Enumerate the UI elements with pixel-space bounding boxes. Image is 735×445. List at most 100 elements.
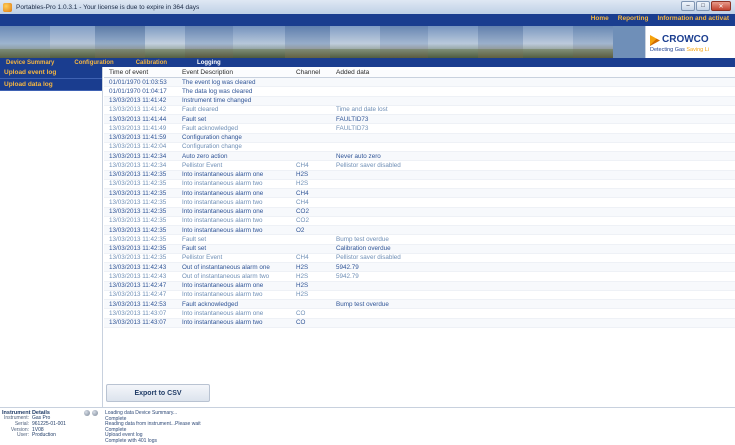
cell-channel: H2S [296, 171, 309, 179]
cell-added-data: Pellistor saver disabled [336, 161, 401, 169]
table-row[interactable]: 13/03/2013 11:41:42 Instrument time chang… [104, 96, 735, 106]
cell-time: 13/03/2013 11:41:59 [109, 134, 167, 142]
instrument-field: User: Production [2, 433, 100, 439]
cell-channel: CH4 [296, 161, 309, 169]
table-row[interactable]: 13/03/2013 11:42:53 Fault acknowledged Bum… [104, 300, 735, 310]
menu-home[interactable]: Home [591, 15, 609, 22]
menu-information[interactable]: Information and activat [657, 15, 729, 22]
status-area: Instrument Details Instrument: Gas Pro Ser… [0, 407, 735, 445]
cell-description: Fault acknowledged [182, 124, 239, 132]
cell-description: Into instantaneous alarm two [182, 226, 263, 234]
tab-device-summary[interactable]: Device Summary [6, 60, 54, 66]
banner-image [478, 26, 523, 58]
table-row[interactable]: 13/03/2013 11:43:07 Into instantaneous al… [104, 309, 735, 319]
table-row[interactable]: 13/03/2013 11:42:35 Into instantaneous al… [104, 207, 735, 217]
cell-added-data: Never auto zero [336, 152, 381, 160]
cell-description: Out of instantaneous alarm two [182, 272, 270, 280]
status-light-icon [92, 410, 98, 416]
export-to-csv-button[interactable]: Export to CSV [106, 384, 210, 402]
table-row[interactable]: 13/03/2013 11:42:35 Fault set Calibration … [104, 244, 735, 254]
column-header-channel[interactable]: Channel [296, 69, 336, 76]
table-row[interactable]: 13/03/2013 11:43:07 Into instantaneous al… [104, 318, 735, 328]
cell-added-data: FAULTID73 [336, 115, 369, 123]
table-row[interactable]: 13/03/2013 11:42:43 Out of instantaneous … [104, 272, 735, 282]
table-row[interactable]: 13/03/2013 11:42:47 Into instantaneous al… [104, 291, 735, 300]
cell-time: 13/03/2013 11:42:43 [109, 263, 167, 271]
cell-channel: H2S [296, 180, 309, 188]
table-row[interactable]: 13/03/2013 11:42:34 Pellistor Event CH4 Pel… [104, 161, 735, 171]
table-row[interactable]: 13/03/2013 11:41:59 Configuration change [104, 133, 735, 143]
cell-channel: CH4 [296, 254, 309, 262]
banner-image [523, 26, 573, 58]
cell-description: Into instantaneous alarm one [182, 309, 264, 317]
cell-description: Into instantaneous alarm two [182, 198, 263, 206]
cell-time: 13/03/2013 11:42:35 [109, 198, 167, 206]
cell-description: Fault acknowledged [182, 300, 239, 308]
cell-description: Configuration change [182, 143, 242, 151]
table-row[interactable]: 13/03/2013 11:42:35 Fault set Bump test ov… [104, 235, 735, 245]
cell-description: Pellistor Event [182, 254, 223, 262]
table-row[interactable]: 13/03/2013 11:42:04 Configuration change [104, 143, 735, 152]
sidebar-item-upload-event-log[interactable]: Upload event log [0, 67, 102, 79]
table-row[interactable]: 13/03/2013 11:42:35 Into instantaneous al… [104, 170, 735, 180]
menu-reporting[interactable]: Reporting [618, 15, 649, 22]
table-row[interactable]: 13/03/2013 11:42:35 Into instantaneous al… [104, 189, 735, 199]
column-header-added-data[interactable]: Added data [336, 69, 456, 76]
cell-time: 13/03/2013 11:42:35 [109, 235, 167, 243]
header-banner [0, 26, 735, 58]
cell-time: 13/03/2013 11:42:34 [109, 161, 167, 169]
column-header-time[interactable]: Time of event [104, 69, 182, 76]
table-row[interactable]: 13/03/2013 11:42:35 Into instantaneous al… [104, 217, 735, 226]
cell-time: 13/03/2013 11:42:35 [109, 254, 167, 262]
table-row[interactable]: 13/03/2013 11:42:47 Into instantaneous al… [104, 281, 735, 291]
table-row[interactable]: 13/03/2013 11:41:49 Fault acknowledged FAU… [104, 124, 735, 134]
maximize-button[interactable]: □ [696, 1, 710, 11]
banner-image [428, 26, 478, 58]
cell-time: 13/03/2013 11:41:42 [109, 97, 167, 105]
cell-time: 13/03/2013 11:43:07 [109, 319, 167, 327]
table-row[interactable]: 01/01/1970 01:03:53 The event log was cle… [104, 78, 735, 88]
cell-channel: CO2 [296, 208, 309, 216]
column-header-description[interactable]: Event Description [182, 69, 296, 76]
top-menu-bar: Home Reporting Information and activat [0, 14, 735, 26]
nav-tabs: Device Summary Configuration Calibration… [0, 58, 735, 67]
close-button[interactable]: ✕ [711, 1, 731, 11]
table-row[interactable]: 13/03/2013 11:42:43 Out of instantaneous … [104, 263, 735, 273]
table-row[interactable]: 13/03/2013 11:42:35 Into instantaneous al… [104, 226, 735, 236]
cell-added-data: 5942.79 [336, 263, 359, 271]
cell-description: Into instantaneous alarm one [182, 171, 264, 179]
table-row[interactable]: 13/03/2013 11:42:34 Auto zero action Never… [104, 152, 735, 162]
cell-description: The event log was cleared [182, 78, 256, 86]
tab-configuration[interactable]: Configuration [74, 60, 113, 66]
banner-image [285, 26, 330, 58]
cell-time: 13/03/2013 11:42:34 [109, 152, 167, 160]
cell-channel: CH4 [296, 198, 309, 206]
instrument-field-label: User: [17, 432, 29, 439]
cell-added-data: Pellistor saver disabled [336, 254, 401, 262]
table-row[interactable]: 13/03/2013 11:41:42 Fault cleared Time and… [104, 106, 735, 115]
tab-calibration[interactable]: Calibration [136, 60, 167, 66]
banner-image [145, 26, 185, 58]
table-row[interactable]: 13/03/2013 11:42:35 Into instantaneous al… [104, 198, 735, 208]
cell-time: 13/03/2013 11:42:35 [109, 171, 167, 179]
minimize-button[interactable]: – [681, 1, 695, 11]
tab-logging[interactable]: Logging [197, 60, 221, 66]
cell-time: 13/03/2013 11:42:35 [109, 217, 167, 225]
cell-description: Out of instantaneous alarm one [182, 263, 270, 271]
sidebar-item-upload-data-log[interactable]: Upload data log [0, 79, 102, 91]
cell-description: Into instantaneous alarm one [182, 282, 264, 290]
banner-image [185, 26, 233, 58]
logo-tagline-accent: Saving Li [686, 47, 710, 53]
table-body: 01/01/1970 01:03:53 The event log was cle… [104, 78, 735, 328]
table-row[interactable]: 13/03/2013 11:42:35 Into instantaneous al… [104, 180, 735, 189]
banner-image [380, 26, 428, 58]
table-row[interactable]: 01/01/1970 01:04:17 The data log was clea… [104, 87, 735, 97]
cell-description: Fault set [182, 235, 207, 243]
logo-mark-icon [650, 35, 660, 46]
table-row[interactable]: 13/03/2013 11:42:35 Pellistor Event CH4 Pel… [104, 254, 735, 263]
table-header: Time of event Event Description Channel … [104, 67, 735, 78]
table-row[interactable]: 13/03/2013 11:41:44 Fault set FAULTID73 [104, 115, 735, 125]
cell-description: Into instantaneous alarm one [182, 208, 264, 216]
cell-channel: O2 [296, 226, 305, 234]
cell-time: 13/03/2013 11:42:53 [109, 300, 167, 308]
